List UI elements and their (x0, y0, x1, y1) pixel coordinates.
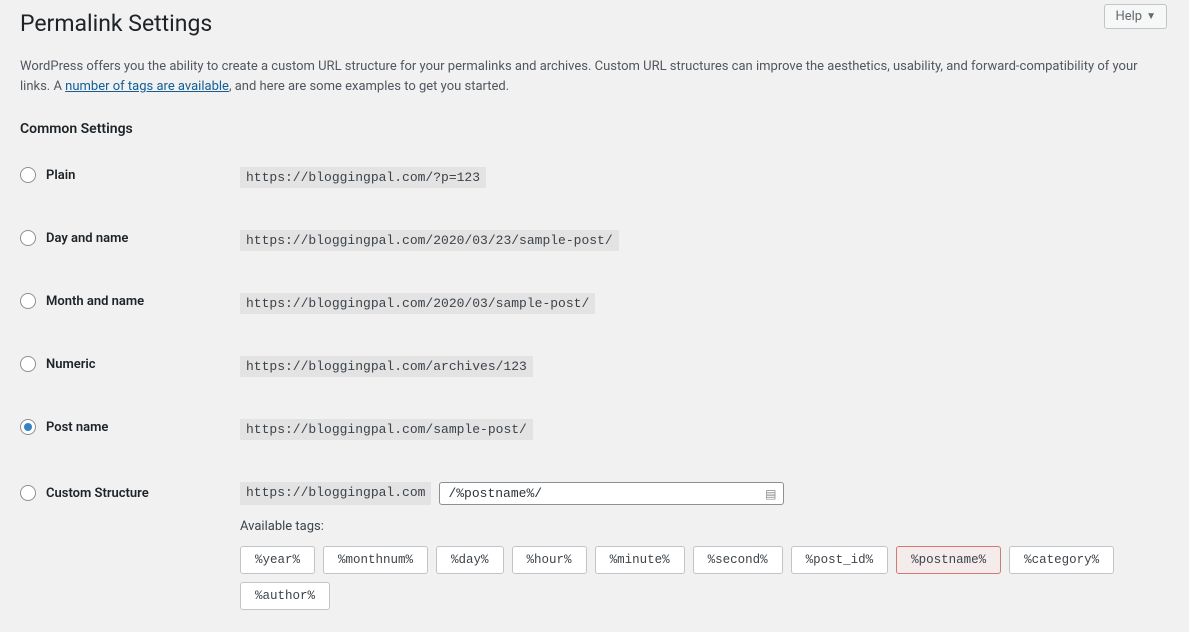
available-tags-label: Available tags: (240, 519, 1169, 534)
help-label: Help (1115, 9, 1142, 24)
option-label: Month and name (46, 294, 144, 309)
intro-text: WordPress offers you the ability to crea… (20, 57, 1169, 97)
custom-base-url: https://bloggingpal.com (240, 482, 431, 505)
radio-day-and-name[interactable] (20, 230, 36, 246)
radio-post-name[interactable] (20, 419, 36, 435)
example-url: https://bloggingpal.com/?p=123 (240, 167, 486, 188)
tag-author[interactable]: %author% (240, 582, 330, 610)
common-settings-heading: Common Settings (20, 121, 1169, 137)
tags-docs-link[interactable]: number of tags are available (65, 79, 229, 94)
chevron-down-icon: ▼ (1146, 11, 1156, 22)
example-url: https://bloggingpal.com/sample-post/ (240, 419, 533, 440)
tag-postname[interactable]: %postname% (896, 546, 1001, 574)
tag-monthnum[interactable]: %monthnum% (323, 546, 428, 574)
option-month-and-name[interactable]: Month and name https://bloggingpal.com/2… (20, 293, 1169, 314)
option-label: Custom Structure (46, 486, 149, 501)
tag-day[interactable]: %day% (436, 546, 504, 574)
option-custom-structure[interactable]: Custom Structure https://bloggingpal.com… (20, 482, 1169, 610)
example-url: https://bloggingpal.com/2020/03/sample-p… (240, 293, 595, 314)
example-url: https://bloggingpal.com/archives/123 (240, 356, 533, 377)
option-label: Day and name (46, 231, 128, 246)
tag-category[interactable]: %category% (1009, 546, 1114, 574)
page-title: Permalink Settings (20, 0, 1169, 43)
option-label: Numeric (46, 357, 96, 372)
radio-custom-structure[interactable] (20, 485, 36, 501)
radio-plain[interactable] (20, 167, 36, 183)
option-label: Plain (46, 168, 75, 183)
help-tab[interactable]: Help ▼ (1104, 4, 1167, 29)
radio-month-and-name[interactable] (20, 293, 36, 309)
option-label: Post name (46, 420, 108, 435)
custom-structure-input[interactable] (439, 482, 784, 505)
radio-numeric[interactable] (20, 356, 36, 372)
option-post-name[interactable]: Post name https://bloggingpal.com/sample… (20, 419, 1169, 440)
option-plain[interactable]: Plain https://bloggingpal.com/?p=123 (20, 167, 1169, 188)
option-day-and-name[interactable]: Day and name https://bloggingpal.com/202… (20, 230, 1169, 251)
option-numeric[interactable]: Numeric https://bloggingpal.com/archives… (20, 356, 1169, 377)
tag-post-id[interactable]: %post_id% (791, 546, 889, 574)
tag-year[interactable]: %year% (240, 546, 315, 574)
available-tags: %year% %monthnum% %day% %hour% %minute% … (240, 546, 1169, 610)
tag-second[interactable]: %second% (693, 546, 783, 574)
example-url: https://bloggingpal.com/2020/03/23/sampl… (240, 230, 619, 251)
permalink-options: Plain https://bloggingpal.com/?p=123 Day… (20, 167, 1169, 610)
tag-hour[interactable]: %hour% (512, 546, 587, 574)
tag-minute[interactable]: %minute% (595, 546, 685, 574)
